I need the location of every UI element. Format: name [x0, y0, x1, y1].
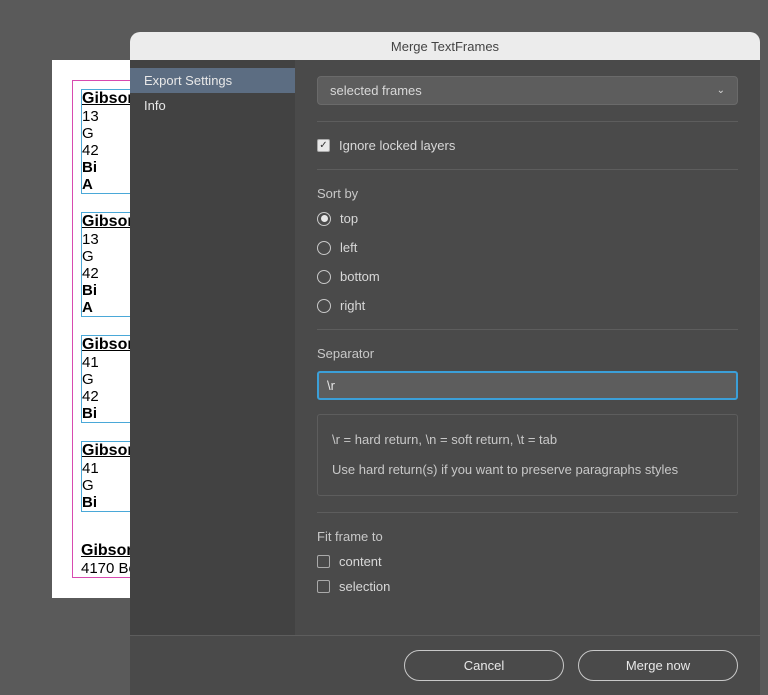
radio-icon — [317, 241, 331, 255]
sort-top-radio[interactable]: top — [317, 211, 738, 226]
dialog-button-row: Cancel Merge now — [130, 635, 760, 695]
dropdown-value: selected frames — [330, 83, 422, 98]
separator-help-box: \r = hard return, \n = soft return, \t =… — [317, 414, 738, 496]
sidebar-item-label: Export Settings — [144, 73, 232, 88]
radio-label: left — [340, 240, 357, 255]
sidebar-item-info[interactable]: Info — [130, 93, 295, 118]
checkbox-icon: ✓ — [317, 139, 330, 152]
dialog-title: Merge TextFrames — [391, 39, 499, 54]
divider — [317, 169, 738, 170]
sidebar-item-export-settings[interactable]: Export Settings — [130, 68, 295, 93]
divider — [317, 512, 738, 513]
fit-content-checkbox[interactable]: content — [317, 554, 738, 569]
help-text-1: \r = hard return, \n = soft return, \t =… — [332, 431, 723, 449]
merge-textframes-dialog: Merge TextFrames Export Settings Info se… — [130, 32, 760, 695]
fit-selection-checkbox[interactable]: selection — [317, 579, 738, 594]
checkbox-icon — [317, 555, 330, 568]
checkbox-label: Ignore locked layers — [339, 138, 455, 153]
checkbox-label: selection — [339, 579, 390, 594]
fit-frame-group: content selection — [317, 554, 738, 594]
checkbox-label: content — [339, 554, 382, 569]
radio-label: bottom — [340, 269, 380, 284]
sort-bottom-radio[interactable]: bottom — [317, 269, 738, 284]
sort-by-label: Sort by — [317, 186, 738, 201]
radio-label: top — [340, 211, 358, 226]
help-text-2: Use hard return(s) if you want to preser… — [332, 461, 723, 479]
button-label: Cancel — [464, 658, 504, 673]
sort-by-radio-group: top left bottom right — [317, 211, 738, 313]
merge-now-button[interactable]: Merge now — [578, 650, 738, 681]
frames-dropdown[interactable]: selected frames ⌄ — [317, 76, 738, 105]
radio-icon — [317, 270, 331, 284]
cancel-button[interactable]: Cancel — [404, 650, 564, 681]
separator-input[interactable] — [317, 371, 738, 400]
sort-left-radio[interactable]: left — [317, 240, 738, 255]
ignore-locked-checkbox[interactable]: ✓ Ignore locked layers — [317, 138, 738, 153]
divider — [317, 329, 738, 330]
radio-icon — [317, 212, 331, 226]
dialog-titlebar: Merge TextFrames — [130, 32, 760, 60]
button-label: Merge now — [626, 658, 690, 673]
chevron-down-icon: ⌄ — [717, 85, 725, 96]
dialog-sidebar: Export Settings Info — [130, 60, 295, 635]
radio-label: right — [340, 298, 365, 313]
sort-right-radio[interactable]: right — [317, 298, 738, 313]
sidebar-item-label: Info — [144, 98, 166, 113]
separator-label: Separator — [317, 346, 738, 361]
checkbox-icon — [317, 580, 330, 593]
radio-icon — [317, 299, 331, 313]
dialog-content: selected frames ⌄ ✓ Ignore locked layers… — [295, 60, 760, 635]
divider — [317, 121, 738, 122]
fit-frame-label: Fit frame to — [317, 529, 738, 544]
